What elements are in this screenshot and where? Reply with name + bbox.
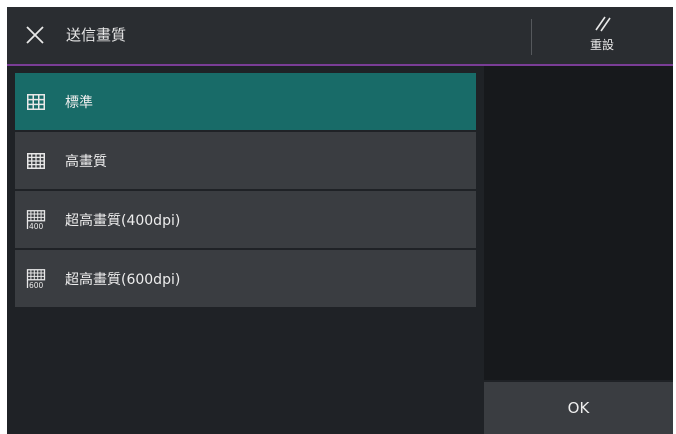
grid-icon bbox=[25, 92, 47, 112]
page-title: 送信畫質 bbox=[66, 26, 127, 44]
header-divider bbox=[531, 19, 532, 55]
close-button[interactable] bbox=[21, 21, 49, 49]
reset-button[interactable]: 重設 bbox=[547, 13, 657, 59]
grid-400-icon: 400 bbox=[25, 209, 47, 230]
option-label: 超高畫質(600dpi) bbox=[65, 271, 181, 288]
option-label: 高畫質 bbox=[65, 153, 107, 170]
option-label: 超高畫質(400dpi) bbox=[65, 212, 181, 229]
reset-icon bbox=[595, 16, 611, 32]
side-panel bbox=[484, 66, 673, 380]
option-superfine-400[interactable]: 400 超高畫質(400dpi) bbox=[15, 191, 476, 248]
option-superfine-600[interactable]: 600 超高畫質(600dpi) bbox=[15, 250, 476, 307]
ok-button[interactable]: OK bbox=[484, 382, 673, 434]
option-standard[interactable]: 標準 bbox=[15, 73, 476, 130]
option-label: 標準 bbox=[65, 94, 93, 111]
grid-600-icon: 600 bbox=[25, 268, 47, 289]
svg-text:400: 400 bbox=[29, 222, 44, 230]
reset-label: 重設 bbox=[589, 38, 614, 52]
header-bar: 送信畫質 重設 bbox=[7, 7, 673, 66]
fine-grid-icon bbox=[25, 151, 47, 171]
close-icon bbox=[26, 26, 44, 44]
option-fine[interactable]: 高畫質 bbox=[15, 132, 476, 189]
screen: 送信畫質 重設 標準 高畫質 400 超高畫質(400dpi) 600 超高畫質… bbox=[7, 7, 673, 434]
svg-text:600: 600 bbox=[29, 281, 44, 289]
quality-option-list: 標準 高畫質 400 超高畫質(400dpi) 600 超高畫質(600dpi) bbox=[15, 73, 476, 309]
